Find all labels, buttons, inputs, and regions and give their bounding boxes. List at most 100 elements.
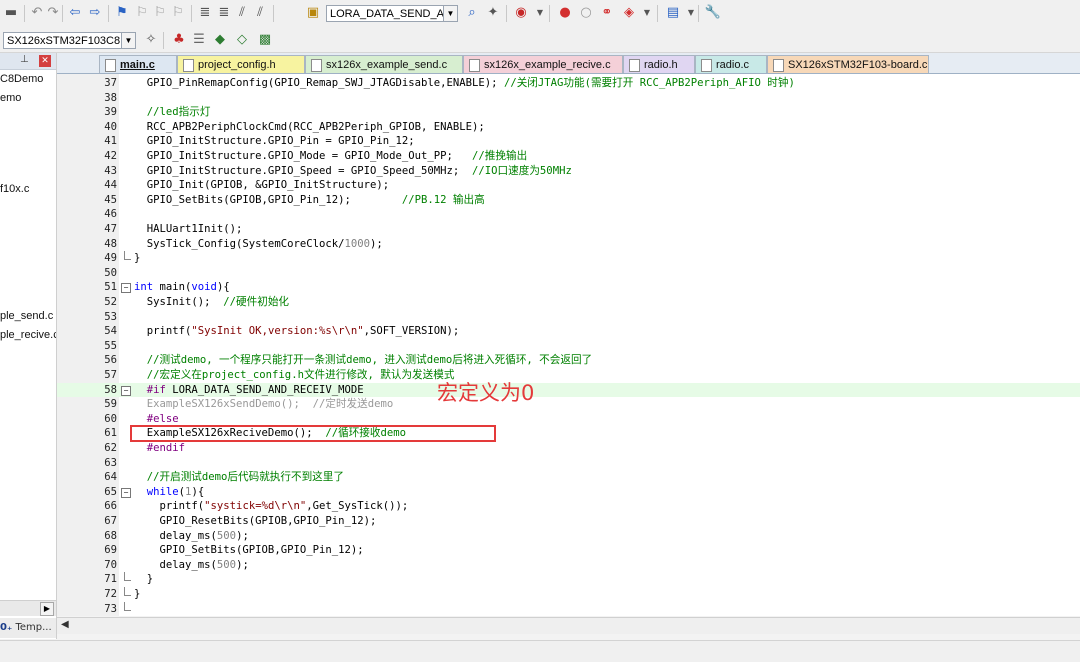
code-text: SysTick_Config(SystemCoreClock/1000); xyxy=(134,237,383,250)
environment-icon[interactable]: ▩ xyxy=(256,31,274,49)
code-line[interactable]: 54 printf("SysInit OK,version:%s\r\n",SO… xyxy=(57,324,1080,339)
code-line[interactable]: 53 xyxy=(57,310,1080,325)
file-icon xyxy=(469,59,480,72)
code-line[interactable]: 39 //led指示灯 xyxy=(57,105,1080,120)
code-line[interactable]: 42 GPIO_InitStructure.GPIO_Mode = GPIO_M… xyxy=(57,149,1080,164)
code-line[interactable]: 69 GPIO_SetBits(GPIOB,GPIO_Pin_12); xyxy=(57,543,1080,558)
manage-components-icon[interactable]: ♣ xyxy=(170,31,188,49)
code-line[interactable]: 68 delay_ms(500); xyxy=(57,529,1080,544)
code-line[interactable]: 70 delay_ms(500); xyxy=(57,558,1080,573)
line-number: 71 xyxy=(104,573,117,586)
breakpoint-link-icon[interactable]: ⚭ xyxy=(598,4,616,22)
code-line[interactable]: 44 GPIO_Init(GPIOB, &GPIO_InitStructure)… xyxy=(57,178,1080,193)
breakpoint-icon[interactable]: ● xyxy=(556,4,574,22)
debug-icon[interactable]: ◉ xyxy=(512,4,530,22)
project-tree-item[interactable]: ple_send.c xyxy=(0,310,53,322)
pack-installer-icon[interactable]: ◆ xyxy=(211,31,229,49)
project-tree-item[interactable]: ple_recive.c xyxy=(0,329,56,341)
file-extensions-icon[interactable]: ☰ xyxy=(190,31,208,49)
code-line[interactable]: 58− #if LORA_DATA_SEND_AND_RECEIV_MODE xyxy=(57,382,1080,398)
project-tree-item[interactable]: C8Demo xyxy=(0,73,43,85)
code-line[interactable]: 66 printf("systick=%d\r\n",Get_SysTick()… xyxy=(57,499,1080,514)
window-layout-icon[interactable]: ▤ xyxy=(664,4,682,22)
code-line[interactable]: 49} xyxy=(57,251,1080,266)
bookmark-icon[interactable]: ⚑ xyxy=(113,4,131,22)
code-editor[interactable]: 37 GPIO_PinRemapConfig(GPIO_Remap_SWJ_JT… xyxy=(57,74,1080,616)
code-line[interactable]: 47 HALUart1Init(); xyxy=(57,222,1080,237)
wand-icon[interactable]: ✦ xyxy=(484,4,502,22)
code-line[interactable]: 52 SysInit(); //硬件初始化 xyxy=(57,295,1080,310)
unindent-icon[interactable]: ≣ xyxy=(215,4,233,22)
chevron-down-icon[interactable]: ▼ xyxy=(121,33,135,48)
nav-forward-icon[interactable]: ⇨ xyxy=(86,4,104,22)
fold-toggle-icon[interactable]: − xyxy=(121,385,131,396)
code-line[interactable]: 63 xyxy=(57,456,1080,471)
tab-sx126x-example-recive-c[interactable]: sx126x_example_recive.c xyxy=(463,55,623,73)
project-target-combo[interactable]: SX126xSTM32F103C8Dem ▼ xyxy=(3,32,136,49)
line-number: 55 xyxy=(104,339,117,352)
pin-icon[interactable]: ⊥ xyxy=(20,54,29,65)
code-line[interactable]: 40 RCC_APB2PeriphClockCmd(RCC_APB2Periph… xyxy=(57,120,1080,135)
scroll-left-icon[interactable]: ◀ xyxy=(61,619,73,632)
tab-sx126x-board-c[interactable]: SX126xSTM32F103-board.c xyxy=(767,55,929,73)
code-line[interactable]: 56 //测试demo, 一个程序只能打开一条测试demo, 进入测试demo后… xyxy=(57,353,1080,368)
code-line[interactable]: 41 GPIO_InitStructure.GPIO_Pin = GPIO_Pi… xyxy=(57,134,1080,149)
templates-tab[interactable]: 0₊ Temp... xyxy=(0,618,56,638)
search-icon[interactable]: ⌕ xyxy=(463,4,481,22)
code-text: int main(void){ xyxy=(134,281,230,294)
fold-toggle-icon[interactable]: − xyxy=(121,487,131,498)
code-line[interactable]: 43 GPIO_InitStructure.GPIO_Speed = GPIO_… xyxy=(57,164,1080,179)
code-line[interactable]: 51− int main(void){ xyxy=(57,280,1080,295)
code-line[interactable]: 50 xyxy=(57,266,1080,281)
find-in-files-icon[interactable]: ▣ xyxy=(304,4,322,22)
tab-project-config-h[interactable]: project_config.h xyxy=(177,55,305,73)
code-line[interactable]: 64 //开启测试demo后代码就执行不到这里了 xyxy=(57,470,1080,485)
editor-horizontal-scrollbar[interactable]: ◀ xyxy=(57,617,1080,634)
file-tab-bar: main.c project_config.h sx126x_example_s… xyxy=(57,53,1080,74)
code-line[interactable]: 55 xyxy=(57,339,1080,354)
settings-icon[interactable]: 🔧 xyxy=(704,4,722,22)
target-combo[interactable]: LORA_DATA_SEND_AND_I ▼ xyxy=(326,5,458,22)
tab-main-c[interactable]: main.c xyxy=(99,55,177,73)
code-line[interactable]: 57 //宏定义在project_config.h文件进行修改, 默认为发送模式 xyxy=(57,368,1080,383)
code-line[interactable]: 67 GPIO_ResetBits(GPIOB,GPIO_Pin_12); xyxy=(57,514,1080,529)
breakpoint-disable-icon[interactable]: ○ xyxy=(577,4,595,22)
new-file-icon[interactable]: ▬ xyxy=(2,4,20,22)
nav-back-icon[interactable]: ⇦ xyxy=(66,4,84,22)
code-line[interactable]: 73 xyxy=(57,601,1080,616)
comment-icon[interactable]: ⫽ xyxy=(233,4,251,22)
scroll-right-icon[interactable]: ▶ xyxy=(40,602,54,616)
chevron-down-icon[interactable]: ▼ xyxy=(531,4,549,22)
code-line[interactable]: 65− while(1){ xyxy=(57,485,1080,500)
project-tree-item[interactable]: emo xyxy=(0,92,21,104)
redo-icon[interactable]: ↷ xyxy=(44,4,62,22)
indent-icon[interactable]: ≣ xyxy=(196,4,214,22)
breakpoint-kill-icon[interactable]: ◈ xyxy=(620,4,638,22)
code-line[interactable]: 45 GPIO_SetBits(GPIOB,GPIO_Pin_12); //PB… xyxy=(57,193,1080,208)
fold-toggle-icon[interactable]: − xyxy=(121,283,131,294)
bookmark-next-icon[interactable]: ⚐ xyxy=(151,4,169,22)
uncomment-icon[interactable]: ⫽ xyxy=(251,4,269,22)
chevron-down-icon[interactable]: ▼ xyxy=(443,6,457,21)
code-line[interactable]: 72} xyxy=(57,587,1080,602)
tab-radio-c[interactable]: radio.c xyxy=(695,55,767,73)
code-line[interactable]: 48 SysTick_Config(SystemCoreClock/1000); xyxy=(57,237,1080,252)
code-line[interactable]: 46 xyxy=(57,207,1080,222)
code-line[interactable]: 37 GPIO_PinRemapConfig(GPIO_Remap_SWJ_JT… xyxy=(57,76,1080,91)
code-line[interactable]: 38 xyxy=(57,91,1080,106)
project-target-value: SX126xSTM32F103C8Dem xyxy=(7,35,136,47)
bookmark-prev-icon[interactable]: ⚐ xyxy=(133,4,151,22)
code-text: //开启测试demo后代码就执行不到这里了 xyxy=(146,471,344,484)
tab-radio-h[interactable]: radio.h xyxy=(623,55,695,73)
select-software-icon[interactable]: ◇ xyxy=(233,31,251,49)
code-line[interactable]: 71 } xyxy=(57,572,1080,587)
tab-sx126x-example-send-c[interactable]: sx126x_example_send.c xyxy=(305,55,463,73)
bookmark-clear-icon[interactable]: ⚐ xyxy=(169,4,187,22)
code-line[interactable]: 62 #endif xyxy=(57,441,1080,456)
code-line[interactable]: 59 ExampleSX126xSendDemo(); //定时发送demo xyxy=(57,397,1080,412)
project-tree-item[interactable]: f10x.c xyxy=(0,183,29,195)
options-wand-icon[interactable]: ✧ xyxy=(142,31,160,49)
chevron-down-icon[interactable]: ▼ xyxy=(638,4,656,22)
close-icon[interactable]: ✕ xyxy=(39,55,51,67)
project-panel-scrollbar[interactable]: ▶ xyxy=(0,600,56,616)
